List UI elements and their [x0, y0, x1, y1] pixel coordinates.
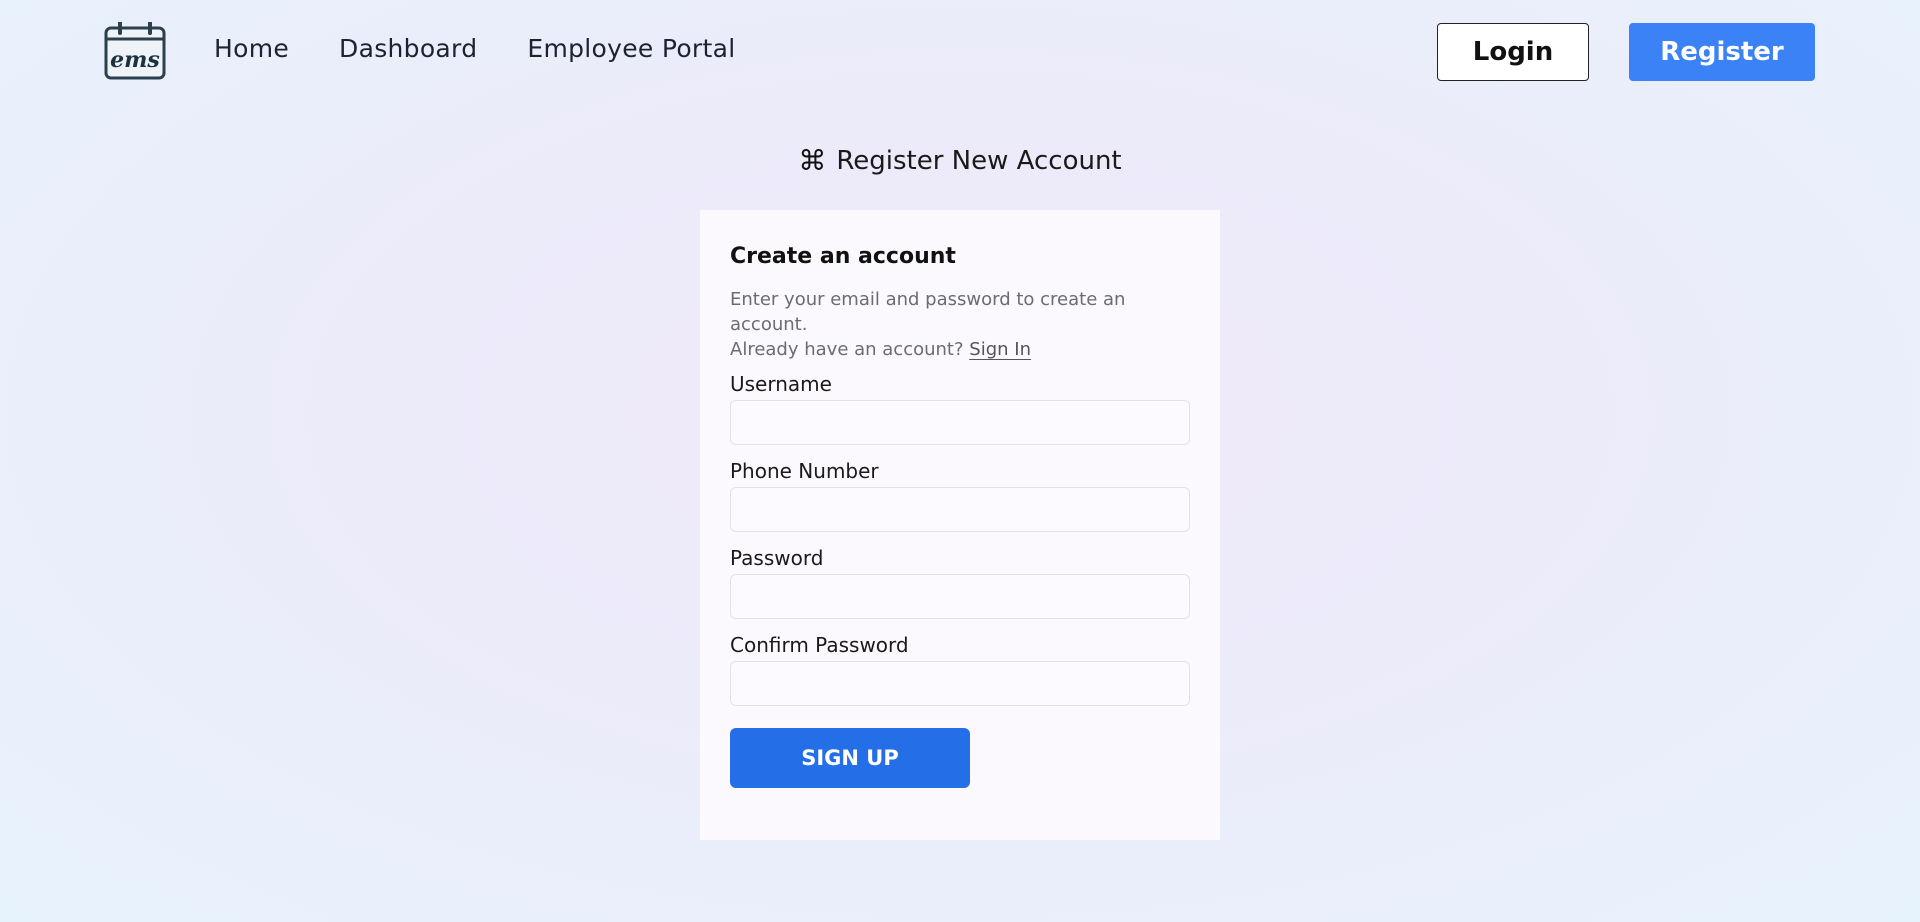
username-input[interactable] [730, 400, 1190, 445]
navbar: ems Home Dashboard Employee Portal Login… [0, 0, 1920, 104]
card-description: Enter your email and password to create … [730, 289, 1126, 335]
nav-link-dashboard[interactable]: Dashboard [339, 34, 477, 63]
nav-link-employee-portal[interactable]: Employee Portal [527, 34, 735, 63]
nav-links: Home Dashboard Employee Portal [214, 34, 735, 63]
username-field-group: Username [730, 372, 1190, 445]
login-button[interactable]: Login [1437, 23, 1589, 81]
page-heading-text: Register New Account [836, 145, 1122, 176]
register-card: Create an account Enter your email and p… [700, 210, 1220, 840]
logo-text: ems [110, 47, 160, 73]
sign-up-button[interactable]: SIGN UP [730, 728, 970, 788]
register-button[interactable]: Register [1629, 23, 1815, 81]
card-title: Create an account [730, 244, 956, 269]
calendar-logo-icon: ems [104, 21, 166, 80]
phone-number-label: Phone Number [730, 459, 879, 483]
confirm-password-input[interactable] [730, 661, 1190, 706]
confirm-password-label: Confirm Password [730, 633, 909, 657]
signin-prompt-line: Already have an account? Sign In [730, 337, 1190, 362]
phone-number-input[interactable] [730, 487, 1190, 532]
signin-link[interactable]: Sign In [969, 339, 1031, 360]
password-input[interactable] [730, 574, 1190, 619]
password-field-group: Password [730, 546, 1190, 619]
username-label: Username [730, 372, 832, 396]
page-heading: ⌘ Register New Account [0, 144, 1920, 177]
command-icon: ⌘ [798, 144, 827, 177]
password-label: Password [730, 546, 824, 570]
nav-link-home[interactable]: Home [214, 34, 289, 63]
confirm-password-field-group: Confirm Password [730, 633, 1190, 706]
ems-logo[interactable]: ems [104, 21, 166, 80]
signin-prompt: Already have an account? [730, 339, 964, 360]
phone-field-group: Phone Number [730, 459, 1190, 532]
